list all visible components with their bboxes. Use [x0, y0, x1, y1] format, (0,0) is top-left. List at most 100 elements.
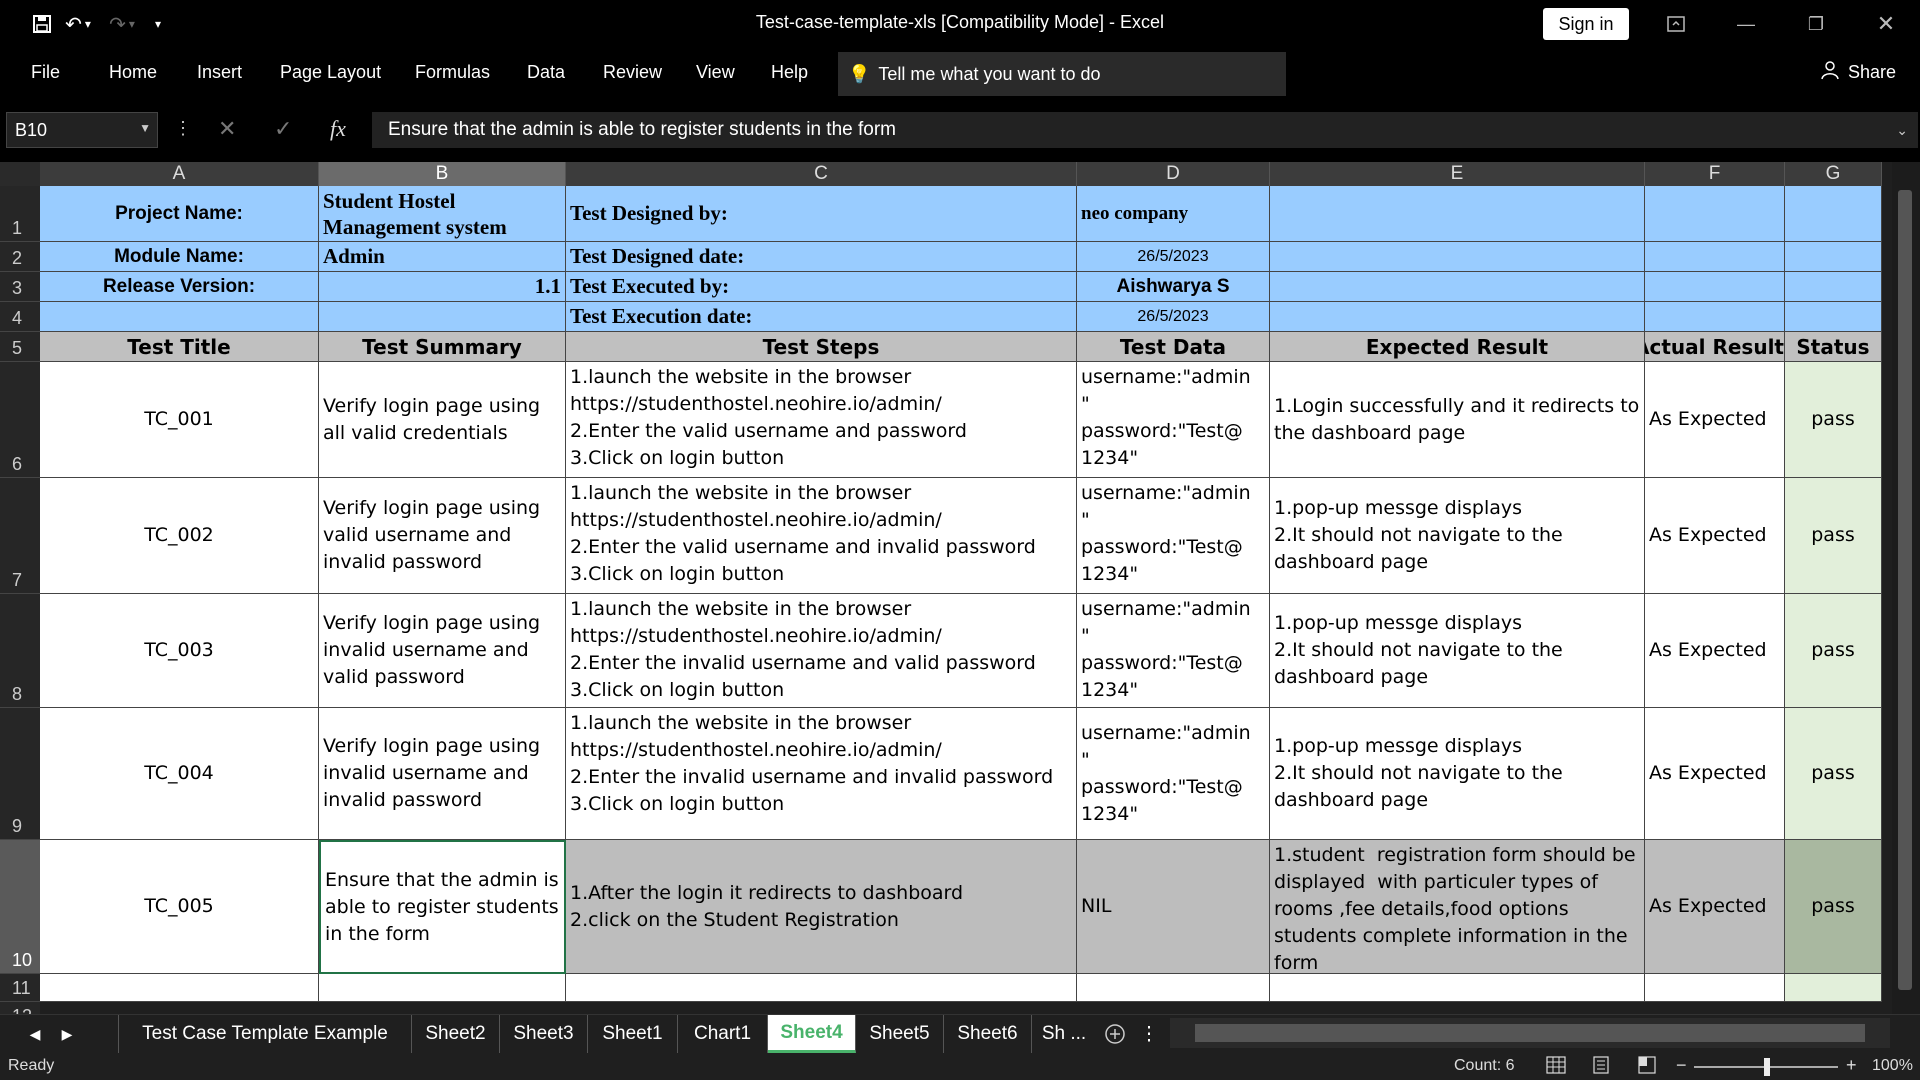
header-test-data[interactable]: Test Data	[1077, 332, 1270, 362]
tab-test-case-template-example[interactable]: Test Case Template Example	[118, 1015, 412, 1053]
tc-status-cell[interactable]: pass	[1785, 594, 1882, 708]
tab-chart1[interactable]: Chart1	[678, 1015, 768, 1053]
menu-home[interactable]: Home	[109, 62, 157, 83]
tc-steps-cell[interactable]: 1.launch the website in the browser http…	[566, 708, 1077, 840]
zoom-out-icon[interactable]: −	[1676, 1055, 1687, 1076]
cell-g4[interactable]	[1785, 302, 1882, 332]
row-header-2[interactable]: 2	[0, 242, 40, 272]
row-header-7[interactable]: 7	[0, 478, 40, 594]
customize-toolbar-icon[interactable]: ▾	[148, 10, 168, 38]
menu-review[interactable]: Review	[603, 62, 662, 83]
tab-sheet1[interactable]: Sheet1	[588, 1015, 678, 1053]
tc-data-cell[interactable]: username:"admin " password:"Test@ 1234"	[1077, 594, 1270, 708]
share-button[interactable]: Share	[1820, 60, 1896, 85]
tc-summary-cell[interactable]: Verify login page using valid username a…	[319, 478, 566, 594]
cell-c11[interactable]	[566, 974, 1077, 1002]
column-header-f[interactable]: F	[1645, 162, 1785, 186]
column-header-g[interactable]: G	[1785, 162, 1882, 186]
header-test-title[interactable]: Test Title	[40, 332, 319, 362]
tc-data-cell[interactable]: username:"admin " password:"Test@ 1234"	[1077, 362, 1270, 478]
row-header-10[interactable]: 10	[0, 840, 40, 974]
cell-f1[interactable]	[1645, 186, 1785, 242]
cell-a11[interactable]	[40, 974, 319, 1002]
project-name-label[interactable]: Project Name:	[40, 186, 319, 242]
row-header-5[interactable]: 5	[0, 332, 40, 362]
menu-help[interactable]: Help	[771, 62, 808, 83]
menu-insert[interactable]: Insert	[197, 62, 242, 83]
close-icon[interactable]: ✕	[1866, 8, 1906, 40]
row-header-6[interactable]: 6	[0, 362, 40, 478]
tc-actual-cell[interactable]: As Expected	[1645, 594, 1785, 708]
module-name-value[interactable]: Admin	[319, 242, 566, 272]
row-header-8[interactable]: 8	[0, 594, 40, 708]
row-header-11[interactable]: 11	[0, 974, 40, 1002]
test-executed-by-label[interactable]: Test Executed by:	[566, 272, 1077, 302]
add-sheet-icon[interactable]	[1100, 1015, 1130, 1053]
header-test-steps[interactable]: Test Steps	[566, 332, 1077, 362]
row-header-3[interactable]: 3	[0, 272, 40, 302]
tc-data-cell[interactable]: username:"admin " password:"Test@ 1234"	[1077, 708, 1270, 840]
formula-input[interactable]: Ensure that the admin is able to registe…	[372, 112, 1918, 148]
header-test-summary[interactable]: Test Summary	[319, 332, 566, 362]
tc-actual-cell[interactable]: As Expected	[1645, 708, 1785, 840]
cell-e11[interactable]	[1270, 974, 1645, 1002]
test-designed-by-value[interactable]: neo company	[1077, 186, 1270, 242]
cell-e3[interactable]	[1270, 272, 1645, 302]
more-options-icon[interactable]: ⋮	[174, 118, 192, 139]
cell-g3[interactable]	[1785, 272, 1882, 302]
column-header-d[interactable]: D	[1077, 162, 1270, 186]
tc-status-cell[interactable]: pass	[1785, 708, 1882, 840]
project-name-value[interactable]: Student Hostel Management system	[319, 186, 566, 242]
column-header-a[interactable]: A	[40, 162, 319, 186]
tc-expected-cell[interactable]: 1.Login successfully and it redirects to…	[1270, 362, 1645, 478]
cell-g2[interactable]	[1785, 242, 1882, 272]
release-version-label[interactable]: Release Version:	[40, 272, 319, 302]
test-designed-date-label[interactable]: Test Designed date:	[566, 242, 1077, 272]
tc-title-cell[interactable]: TC_002	[40, 478, 319, 594]
spreadsheet-grid[interactable]: A B C D E F G 1 2 3 4 5 6 7 8 9 10 11 12…	[0, 162, 1920, 1014]
tc-steps-cell[interactable]: 1.After the login it redirects to dashbo…	[566, 840, 1077, 974]
tc-expected-cell[interactable]: 1.pop-up messge displays 2.It should not…	[1270, 478, 1645, 594]
module-name-label[interactable]: Module Name:	[40, 242, 319, 272]
normal-view-icon[interactable]	[1546, 1056, 1566, 1079]
tc-summary-cell-active[interactable]: Ensure that the admin is able to registe…	[319, 840, 566, 974]
cell-b4[interactable]	[319, 302, 566, 332]
test-execution-date-label[interactable]: Test Execution date:	[566, 302, 1077, 332]
scroll-tabs-right-icon[interactable]: ▶	[52, 1015, 82, 1053]
tab-sheet4[interactable]: Sheet4	[768, 1015, 856, 1053]
row-header-1[interactable]: 1	[0, 186, 40, 242]
ribbon-display-icon[interactable]	[1656, 8, 1696, 40]
tc-expected-cell[interactable]: 1.pop-up messge displays 2.It should not…	[1270, 708, 1645, 840]
tc-status-cell[interactable]: pass	[1785, 840, 1882, 974]
page-layout-view-icon[interactable]	[1592, 1056, 1610, 1079]
sign-in-button[interactable]: Sign in	[1543, 8, 1629, 40]
tc-summary-cell[interactable]: Verify login page using all valid creden…	[319, 362, 566, 478]
select-all-corner[interactable]	[0, 162, 40, 186]
tc-expected-cell[interactable]: 1.student registration form should be di…	[1270, 840, 1645, 974]
tc-steps-cell[interactable]: 1.launch the website in the browser http…	[566, 362, 1077, 478]
cell-g1[interactable]	[1785, 186, 1882, 242]
more-options-icon[interactable]: ⋮	[1134, 1015, 1164, 1053]
tab-sheet2[interactable]: Sheet2	[412, 1015, 500, 1053]
tc-summary-cell[interactable]: Verify login page using invalid username…	[319, 594, 566, 708]
column-header-b[interactable]: B	[319, 162, 566, 186]
row-header-4[interactable]: 4	[0, 302, 40, 332]
menu-data[interactable]: Data	[527, 62, 565, 83]
tab-more-sheets[interactable]: Sh ...	[1032, 1015, 1096, 1053]
cell-e2[interactable]	[1270, 242, 1645, 272]
tc-status-cell[interactable]: pass	[1785, 478, 1882, 594]
tab-sheet5[interactable]: Sheet5	[856, 1015, 944, 1053]
vertical-scroll-thumb[interactable]	[1898, 190, 1912, 990]
menu-view[interactable]: View	[696, 62, 735, 83]
scroll-tabs-left-icon[interactable]: ◀	[20, 1015, 50, 1053]
tc-status-cell[interactable]: pass	[1785, 362, 1882, 478]
expand-formula-icon[interactable]: ⌄	[1896, 122, 1908, 139]
cell-f3[interactable]	[1645, 272, 1785, 302]
zoom-slider-thumb[interactable]	[1764, 1058, 1770, 1076]
test-execution-date-value[interactable]: 26/5/2023	[1077, 302, 1270, 332]
insert-function-icon[interactable]: fx	[330, 116, 346, 142]
test-designed-date-value[interactable]: 26/5/2023	[1077, 242, 1270, 272]
tab-sheet3[interactable]: Sheet3	[500, 1015, 588, 1053]
cell-b11[interactable]	[319, 974, 566, 1002]
cell-d11[interactable]	[1077, 974, 1270, 1002]
